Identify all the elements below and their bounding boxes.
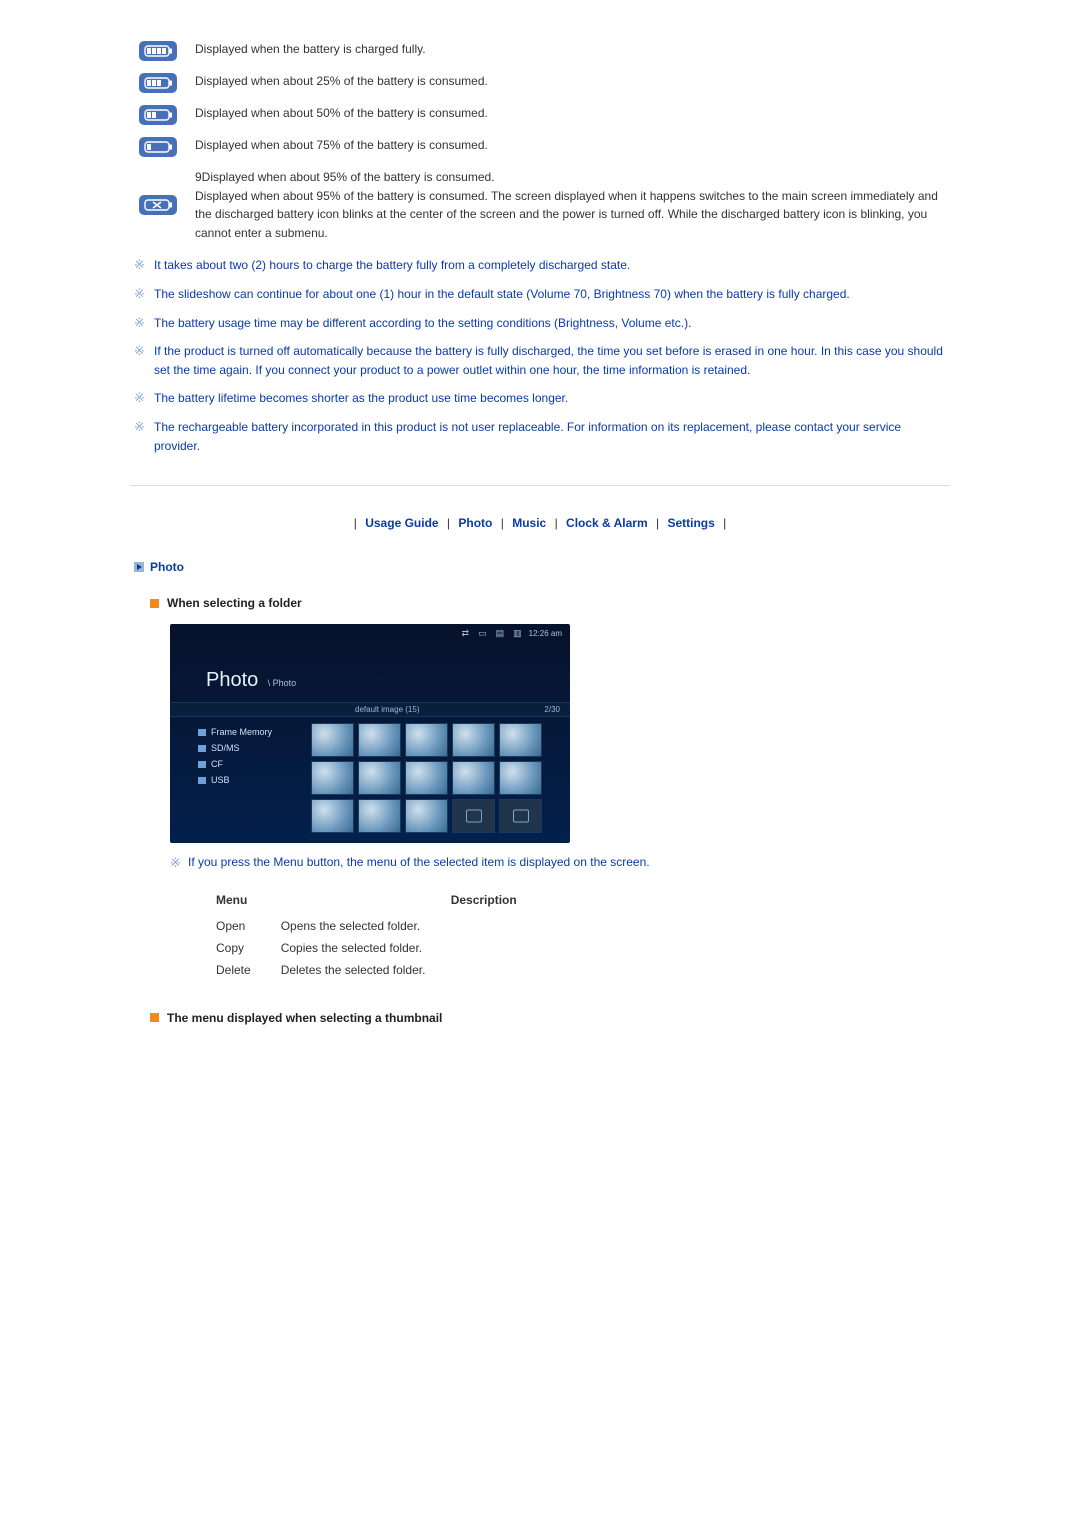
battery-desc: Displayed when about 75% of the battery … bbox=[185, 136, 950, 155]
repeat-icon: ⇄ bbox=[460, 628, 472, 639]
folder-note: ※ If you press the Menu button, the menu… bbox=[170, 853, 950, 873]
thumbnail bbox=[311, 799, 354, 833]
battery-empty-icon bbox=[130, 194, 185, 216]
asterisk-icon: ※ bbox=[134, 389, 154, 407]
battery-row: Displayed when the battery is charged fu… bbox=[130, 40, 950, 62]
thumbnail bbox=[452, 723, 495, 757]
thumbnail bbox=[499, 799, 542, 833]
note-item: ※The battery usage time may be different… bbox=[134, 314, 950, 333]
thumbnail bbox=[311, 723, 354, 757]
battery-table: Displayed when the battery is charged fu… bbox=[130, 40, 950, 242]
thumbnail bbox=[405, 723, 448, 757]
folder-menu-table: Menu Description Open Opens the selected… bbox=[216, 887, 547, 981]
battery-row: Displayed when about 75% of the battery … bbox=[130, 136, 950, 158]
asterisk-icon: ※ bbox=[134, 285, 154, 303]
note-item: ※It takes about two (2) hours to charge … bbox=[134, 256, 950, 275]
play-icon bbox=[134, 562, 144, 572]
thumbnail bbox=[499, 723, 542, 757]
battery-desc: Displayed when about 50% of the battery … bbox=[185, 104, 950, 123]
section-nav: | Usage Guide | Photo | Music | Clock & … bbox=[130, 516, 950, 530]
battery-75-icon bbox=[130, 72, 185, 94]
battery-row: 9Displayed when about 95% of the battery… bbox=[130, 168, 950, 242]
bullet-icon bbox=[150, 1013, 159, 1022]
cfcard-icon bbox=[198, 761, 206, 768]
usb-icon bbox=[198, 777, 206, 784]
side-cf: CF bbox=[198, 759, 303, 769]
bullet-icon bbox=[150, 599, 159, 608]
note-item: ※The slideshow can continue for about on… bbox=[134, 285, 950, 304]
col-menu: Menu bbox=[216, 887, 281, 915]
asterisk-icon: ※ bbox=[134, 342, 154, 360]
battery-25-icon bbox=[130, 136, 185, 158]
battery-row: Displayed when about 25% of the battery … bbox=[130, 72, 950, 94]
sdcard-icon bbox=[198, 745, 206, 752]
thumbnail bbox=[405, 761, 448, 795]
side-sdms: SD/MS bbox=[198, 743, 303, 753]
battery-status-icon: ▥ bbox=[511, 628, 524, 639]
side-frame-memory: Frame Memory bbox=[198, 727, 303, 737]
nav-clock-alarm[interactable]: Clock & Alarm bbox=[566, 516, 648, 530]
photo-heading: Photo bbox=[134, 560, 950, 574]
col-description: Description bbox=[281, 887, 547, 915]
table-row: Copy Copies the selected folder. bbox=[216, 937, 547, 959]
table-row: Open Opens the selected folder. bbox=[216, 915, 547, 937]
device-statusbar: ⇄ ▭ ▤ ▥ 12:26 am bbox=[170, 624, 570, 643]
asterisk-icon: ※ bbox=[170, 853, 188, 873]
thumbnail bbox=[358, 799, 401, 833]
thumbnail-heading: The menu displayed when selecting a thum… bbox=[150, 1011, 950, 1025]
note-item: ※The rechargeable battery incorporated i… bbox=[134, 418, 950, 455]
nav-usage-guide[interactable]: Usage Guide bbox=[365, 516, 438, 530]
thumbnail bbox=[405, 799, 448, 833]
battery-desc: Displayed when about 25% of the battery … bbox=[185, 72, 950, 91]
asterisk-icon: ※ bbox=[134, 256, 154, 274]
note-item: ※The battery lifetime becomes shorter as… bbox=[134, 389, 950, 408]
device-title: Photo \ Photo bbox=[170, 643, 570, 702]
thumbnail bbox=[311, 761, 354, 795]
thumbnail bbox=[499, 761, 542, 795]
nav-music[interactable]: Music bbox=[512, 516, 546, 530]
memory-icon bbox=[198, 729, 206, 736]
device-infobar: default image (15) 2/30 bbox=[170, 702, 570, 717]
folder-icon: ▤ bbox=[494, 628, 507, 639]
side-usb: USB bbox=[198, 775, 303, 785]
device-time: 12:26 am bbox=[529, 629, 562, 638]
sd-icon: ▭ bbox=[476, 628, 489, 639]
thumbnail bbox=[452, 799, 495, 833]
battery-row: Displayed when about 50% of the battery … bbox=[130, 104, 950, 126]
nav-settings[interactable]: Settings bbox=[667, 516, 714, 530]
battery-desc: Displayed when the battery is charged fu… bbox=[185, 40, 950, 59]
battery-notes: ※It takes about two (2) hours to charge … bbox=[134, 256, 950, 455]
thumbnail bbox=[452, 761, 495, 795]
device-sidebar: Frame Memory SD/MS CF USB bbox=[170, 717, 309, 843]
section-divider bbox=[130, 485, 950, 486]
battery-50-icon bbox=[130, 104, 185, 126]
table-row: Delete Deletes the selected folder. bbox=[216, 959, 547, 981]
thumbnail-grid bbox=[309, 717, 570, 843]
asterisk-icon: ※ bbox=[134, 314, 154, 332]
thumbnail bbox=[358, 723, 401, 757]
battery-full-icon bbox=[130, 40, 185, 62]
battery-desc: 9Displayed when about 95% of the battery… bbox=[185, 168, 950, 242]
nav-photo[interactable]: Photo bbox=[458, 516, 492, 530]
folder-heading: When selecting a folder bbox=[150, 596, 950, 610]
thumbnail bbox=[358, 761, 401, 795]
asterisk-icon: ※ bbox=[134, 418, 154, 436]
note-item: ※If the product is turned off automatica… bbox=[134, 342, 950, 379]
device-screenshot: ⇄ ▭ ▤ ▥ 12:26 am Photo \ Photo default i… bbox=[170, 624, 570, 843]
